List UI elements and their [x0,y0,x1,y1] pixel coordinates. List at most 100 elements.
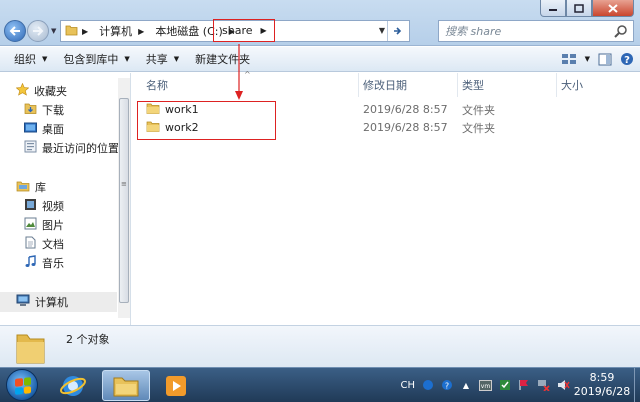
include-in-library-menu[interactable]: 包含到库中 ▼ [55,47,137,71]
nav-scrollbar[interactable]: ≡ [118,78,130,318]
taskbar-explorer[interactable] [102,370,150,401]
nav-label: 计算机 [35,296,68,309]
input-language-indicator[interactable]: CH [400,378,415,392]
refresh-button[interactable] [387,21,409,41]
search-icon[interactable] [614,24,628,41]
keyboard-icon[interactable] [422,378,434,392]
column-header-label: 修改日期 [363,79,407,92]
view-controls: ▼ ? [561,51,634,67]
address-bar[interactable]: ▶ 计算机 ▶ 本地磁盘 (C:) ▶ share ▶ ▼ [60,19,410,42]
preview-pane-icon [598,53,612,65]
window-controls [540,0,634,17]
nav-label: 视频 [42,200,64,213]
nav-favorites[interactable]: 收藏夹 [15,82,67,99]
nav-recent-places[interactable]: 最近访问的位置 [24,140,119,156]
svg-text:?: ? [445,382,449,391]
nav-computer[interactable]: 计算机 [16,294,68,310]
column-header-name[interactable]: 名称 [132,73,359,97]
new-folder-button[interactable]: 新建文件夹 [187,47,258,71]
taskbar: CH ? ▲ vm 8:59 2019/6/28 [0,367,640,402]
taskbar-media-player[interactable] [156,370,196,401]
safety-check-icon[interactable] [499,378,511,392]
folder-icon [113,377,139,396]
column-header-date[interactable]: 修改日期 [359,73,458,97]
help-tray-icon[interactable]: ? [441,378,453,392]
column-header-label: 类型 [462,79,484,92]
maximize-icon [574,3,584,13]
scrollbar-grip-icon: ≡ [121,180,127,188]
chevron-down-icon: ▼ [173,55,180,63]
share-menu[interactable]: 共享 ▼ [138,47,187,71]
nav-label: 收藏夹 [34,85,67,98]
forward-button[interactable] [27,20,49,42]
help-button[interactable]: ? [620,51,634,67]
window-titlebar: ▼ ▶ 计算机 ▶ 本地磁盘 (C:) ▶ share ▶ ▼ 搜索 share [0,0,640,46]
nav-label: 库 [35,181,46,194]
command-bar: 组织 ▼ 包含到库中 ▼ 共享 ▼ 新建文件夹 ▼ ? [0,47,640,72]
nav-desktop[interactable]: 桌面 [24,121,64,137]
start-button[interactable] [6,369,38,401]
svg-text:?: ? [624,55,630,66]
arrow-right-icon [33,26,44,36]
nav-label: 最近访问的位置 [42,142,119,155]
chevron-right-icon: ▶ [260,26,267,35]
nav-label: 下载 [42,104,64,117]
annotation-highlight-box [137,101,276,140]
libraries-icon [16,179,30,195]
nav-pictures[interactable]: 图片 [24,217,64,233]
view-icon [561,54,576,64]
column-header-label: 名称 [146,79,168,92]
column-header-type[interactable]: 类型 [458,73,557,97]
item-count: 2 个对象 [66,333,110,346]
file-date: 2019/6/28 8:57 [363,121,448,134]
nav-libraries[interactable]: 库 [16,179,46,195]
search-placeholder: 搜索 share [445,25,502,38]
address-history-dropdown[interactable]: ▼ [379,26,385,35]
network-icon[interactable] [537,378,550,392]
nav-music[interactable]: 音乐 [24,255,64,271]
nav-label: 音乐 [42,257,64,270]
downloads-folder-icon [24,102,37,118]
show-desktop-button[interactable] [634,368,640,402]
folder-icon [14,329,48,368]
show-hidden-icons-button[interactable]: ▲ [460,378,472,392]
desktop-icon [24,121,37,137]
preview-pane-button[interactable] [598,51,612,67]
media-player-icon [166,375,186,396]
column-header-size[interactable]: 大小 [557,73,640,97]
nav-downloads[interactable]: 下载 [24,102,64,118]
file-date: 2019/6/28 8:57 [363,103,448,116]
minimize-button[interactable] [540,0,566,17]
back-button[interactable] [4,20,26,42]
breadcrumb-root-chevron[interactable]: ▶ [79,21,96,41]
nav-scrollbar-thumb[interactable] [119,98,129,303]
clock-date: 2019/6/28 [573,385,631,398]
nav-documents[interactable]: 文档 [24,236,64,252]
breadcrumb-label: share [222,24,253,37]
system-clock[interactable]: 8:59 2019/6/28 [572,371,632,399]
svg-text:vm: vm [481,383,491,390]
breadcrumb-computer[interactable]: 计算机 [96,21,135,41]
new-folder-label: 新建文件夹 [195,53,251,66]
star-icon [15,82,30,99]
close-icon [608,3,618,13]
maximize-button[interactable] [566,0,592,17]
help-icon: ? [621,53,633,66]
breadcrumb-chevron[interactable]: ▶ [135,21,152,41]
action-center-icon[interactable] [518,378,530,392]
organize-label: 组织 [14,53,36,66]
recent-pages-dropdown[interactable]: ▼ [51,27,56,35]
breadcrumb-share[interactable]: share ▶ [213,19,275,42]
refresh-icon [393,27,401,35]
share-label: 共享 [145,53,168,66]
close-button[interactable] [592,0,634,17]
nav-videos[interactable]: 视频 [24,198,64,214]
organize-menu[interactable]: 组织 ▼ [0,47,55,71]
volume-icon[interactable] [557,378,570,392]
view-options-dropdown[interactable]: ▼ [585,51,590,67]
taskbar-internet-explorer[interactable] [50,370,96,401]
change-view-button[interactable] [561,51,577,67]
search-input[interactable]: 搜索 share [438,20,634,42]
arrow-left-icon [9,26,20,36]
vmware-tools-icon[interactable]: vm [479,378,492,392]
